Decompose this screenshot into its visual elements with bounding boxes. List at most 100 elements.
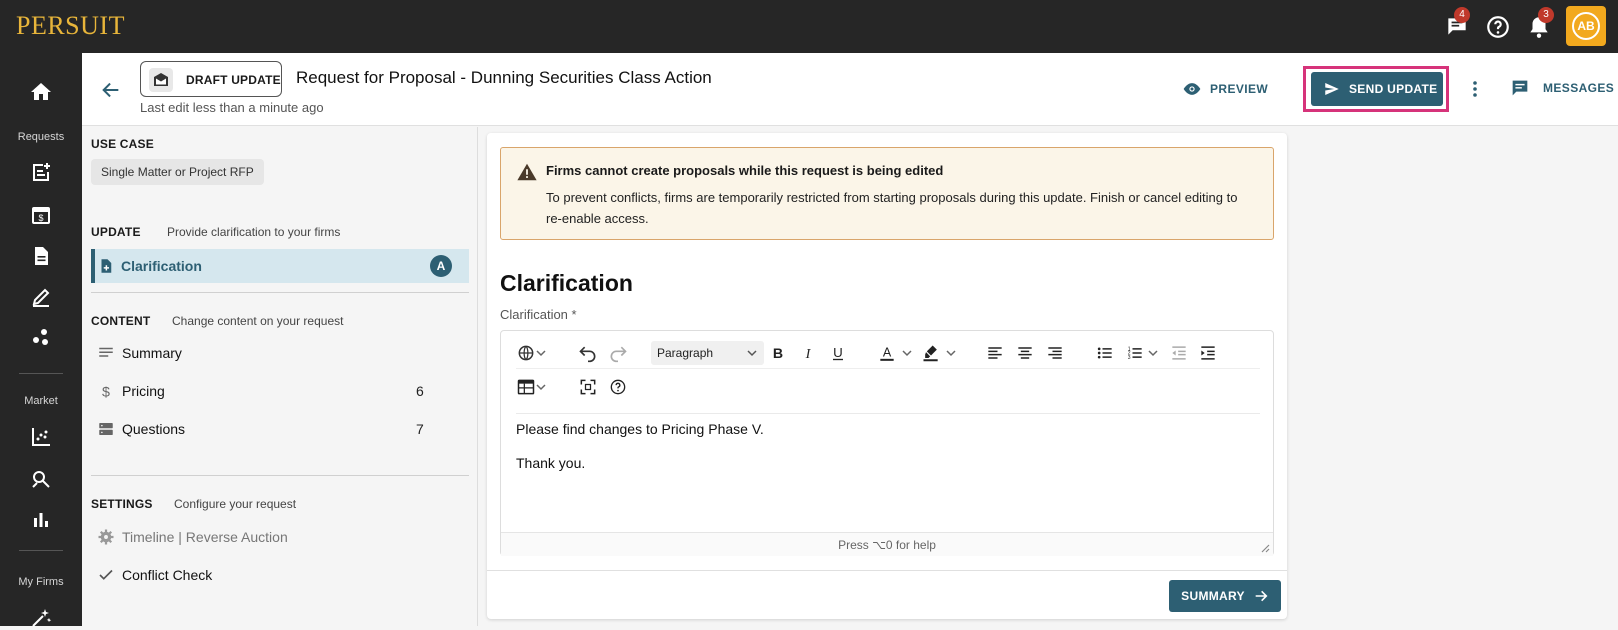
table-icon[interactable]	[516, 377, 536, 397]
chevron-down-icon[interactable]	[901, 343, 921, 363]
use-case-chip: Single Matter or Project RFP	[91, 159, 264, 185]
align-right-icon[interactable]	[1045, 343, 1065, 363]
redo-icon[interactable]	[608, 343, 628, 363]
summary-button-label: SUMMARY	[1181, 589, 1245, 603]
rail-label-my-firms: My Firms	[18, 576, 64, 588]
underline-icon[interactable]: U	[828, 343, 848, 363]
avatar-initials: AB	[1572, 12, 1600, 40]
side-item-pricing[interactable]: $ Pricing 6	[91, 374, 469, 408]
dollar-icon: $	[97, 382, 115, 400]
send-update-label: SEND UPDATE	[1349, 82, 1438, 96]
send-update-button[interactable]: SEND UPDATE	[1311, 72, 1443, 106]
highlight-color-icon[interactable]	[921, 343, 941, 363]
last-edit-status: Last edit less than a minute ago	[140, 100, 324, 115]
outdent-icon[interactable]	[1169, 343, 1189, 363]
side-item-label: Timeline | Reverse Auction	[122, 529, 288, 545]
indent-icon[interactable]	[1198, 343, 1218, 363]
editing-warning-banner: Firms cannot create proposals while this…	[500, 147, 1274, 240]
card-footer-divider	[487, 570, 1287, 571]
undo-icon[interactable]	[578, 343, 598, 363]
svg-text:3: 3	[1128, 355, 1131, 361]
messages-button[interactable]: MESSAGES	[1509, 77, 1614, 99]
update-heading: UPDATE	[91, 225, 141, 239]
edit-icon[interactable]	[29, 285, 53, 309]
status-badge: A	[430, 255, 452, 277]
document-icon[interactable]	[29, 244, 53, 268]
chevron-down-icon[interactable]	[535, 377, 555, 397]
document-add-icon	[97, 257, 115, 275]
clarification-card: Firms cannot create proposals while this…	[487, 133, 1287, 619]
section-title: Clarification	[500, 270, 633, 296]
summary-next-button[interactable]: SUMMARY	[1169, 580, 1281, 612]
editor-paragraph: Please find changes to Pricing Phase V.	[516, 421, 764, 437]
block-format-value: Paragraph	[657, 346, 714, 360]
side-item-conflict-check[interactable]: Conflict Check	[91, 558, 469, 592]
top-bar: PERSUIT 4 3 AB	[0, 0, 1618, 53]
side-item-clarification[interactable]: Clarification A	[91, 249, 469, 283]
more-options-icon[interactable]	[1463, 77, 1487, 101]
left-rail: Requests $ Market My Firms	[0, 53, 82, 627]
chevron-down-icon[interactable]	[1147, 343, 1167, 363]
help-icon[interactable]	[608, 377, 628, 397]
fullscreen-icon[interactable]	[578, 377, 598, 397]
page-header: DRAFT UPDATE Request for Proposal - Dunn…	[82, 53, 1618, 126]
notification-badge: 3	[1538, 7, 1554, 23]
editor-content-area[interactable]: Please find changes to Pricing Phase V. …	[516, 413, 1260, 531]
side-item-label: Questions	[122, 421, 186, 437]
svg-text:I: I	[805, 346, 812, 362]
side-item-timeline[interactable]: Timeline | Reverse Auction	[91, 520, 469, 554]
side-item-label: Conflict Check	[122, 567, 213, 583]
help-icon[interactable]	[1485, 14, 1511, 40]
storage-icon	[97, 420, 115, 438]
preview-button[interactable]: PREVIEW	[1182, 77, 1268, 101]
new-request-icon[interactable]	[29, 161, 53, 185]
gear-icon	[97, 528, 115, 546]
side-item-label: Pricing	[122, 383, 165, 399]
sparkle-icon[interactable]	[29, 606, 53, 630]
bold-icon[interactable]: B	[768, 343, 788, 363]
persuit-logo[interactable]: PERSUIT	[16, 11, 125, 41]
toolbar-divider	[516, 368, 1260, 369]
back-arrow-icon[interactable]	[100, 79, 122, 101]
bullet-list-icon[interactable]	[1095, 343, 1115, 363]
home-icon[interactable]	[29, 80, 53, 104]
messages-label: MESSAGES	[1543, 81, 1615, 95]
calendar-dollar-icon[interactable]: $	[29, 203, 53, 227]
content-heading: CONTENT	[91, 314, 151, 328]
preview-label: PREVIEW	[1210, 82, 1269, 96]
svg-text:$: $	[38, 213, 43, 223]
item-count: 7	[416, 421, 424, 437]
lines-icon	[97, 344, 115, 362]
side-item-summary[interactable]: Summary	[91, 336, 469, 370]
chevron-down-icon[interactable]	[945, 343, 965, 363]
request-sections-panel: USE CASE Single Matter or Project RFP UP…	[82, 127, 478, 626]
align-left-icon[interactable]	[985, 343, 1005, 363]
section-divider	[91, 292, 469, 293]
rail-label-requests: Requests	[17, 131, 65, 143]
envelope-edit-icon	[149, 68, 173, 92]
warning-body: To prevent conflicts, firms are temporar…	[546, 190, 1238, 226]
numbered-list-icon[interactable]: 123	[1125, 343, 1145, 363]
search-analytics-icon[interactable]	[29, 467, 53, 491]
eye-icon	[1183, 83, 1201, 95]
block-format-select[interactable]: Paragraph	[651, 341, 764, 365]
content-subheading: Change content on your request	[172, 314, 344, 328]
rich-text-editor[interactable]: Paragraph B I U A 1 2 3 Please find chan…	[500, 330, 1274, 556]
language-icon[interactable]	[516, 343, 536, 363]
message-icon	[1512, 80, 1528, 96]
section-divider	[91, 475, 469, 476]
svg-text:U: U	[833, 345, 843, 360]
bar-chart-icon[interactable]	[29, 508, 53, 532]
resize-handle-icon[interactable]	[1260, 543, 1270, 553]
align-center-icon[interactable]	[1015, 343, 1035, 363]
chat-badge: 4	[1454, 7, 1470, 23]
italic-icon[interactable]: I	[798, 343, 818, 363]
network-icon[interactable]	[29, 325, 53, 349]
text-color-icon[interactable]: A	[877, 343, 897, 363]
scatter-chart-icon[interactable]	[29, 425, 53, 449]
rail-divider	[19, 373, 63, 374]
chevron-down-icon[interactable]	[535, 343, 555, 363]
user-avatar[interactable]: AB	[1566, 6, 1606, 46]
update-subheading: Provide clarification to your firms	[167, 225, 341, 239]
side-item-questions[interactable]: Questions 7	[91, 412, 469, 446]
